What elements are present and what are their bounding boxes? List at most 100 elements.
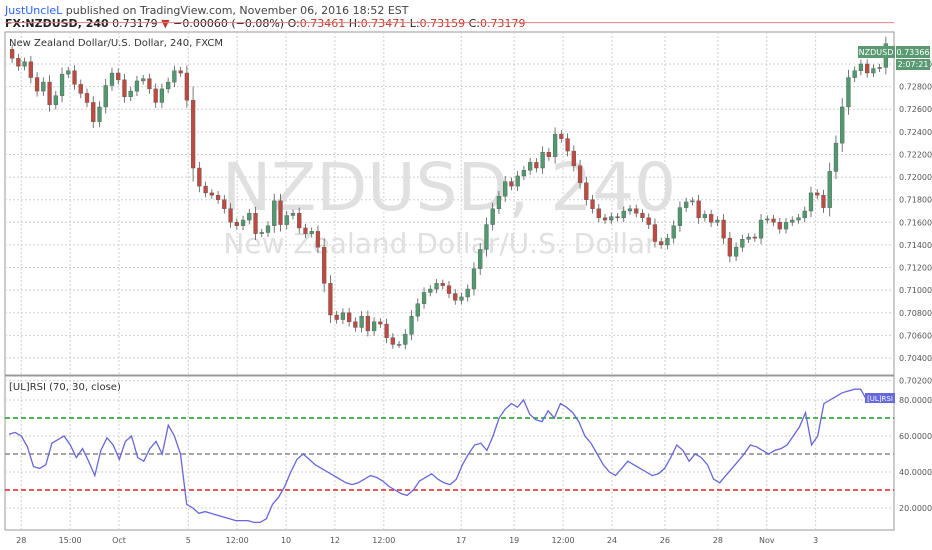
- rsi-tick-label: 40.0000: [899, 468, 932, 477]
- candle-up: [272, 200, 277, 226]
- candle-down: [28, 61, 33, 78]
- rsi-line: [8, 388, 880, 524]
- rsi-title: [UL]RSI (70, 30, close): [9, 382, 121, 393]
- price-badge-text: 0.73366: [896, 48, 929, 57]
- candle-up: [97, 106, 102, 122]
- candle-up: [702, 214, 708, 218]
- candle-down: [72, 70, 77, 85]
- candle-down: [390, 337, 395, 345]
- candle-up: [609, 216, 614, 221]
- x-tick-label: 10: [281, 536, 291, 545]
- candle-up: [827, 171, 832, 208]
- candle-up: [134, 80, 140, 92]
- candle-up: [671, 225, 676, 239]
- candle-down: [708, 214, 714, 223]
- candle-down: [47, 81, 52, 105]
- price-tick-label: 0.71200: [899, 264, 932, 273]
- candle-up: [715, 219, 720, 223]
- candle-down: [565, 138, 570, 152]
- candle-up: [840, 106, 845, 144]
- candle-down: [509, 181, 514, 187]
- candle-down: [322, 246, 327, 284]
- candle-down: [546, 151, 551, 157]
- candle-up: [465, 288, 470, 298]
- candle-down: [865, 63, 870, 74]
- candle-up: [740, 239, 745, 248]
- candle-down: [771, 218, 776, 223]
- candle-up: [521, 170, 527, 177]
- candle-up: [846, 77, 851, 108]
- candle-up: [746, 236, 751, 240]
- candle-down: [815, 192, 820, 196]
- candle-up: [552, 133, 558, 157]
- candle-down: [590, 199, 595, 209]
- candle-up: [765, 218, 770, 221]
- rsi-tick-label: 60.0000: [899, 432, 932, 441]
- price-tick-label: 0.71400: [899, 241, 932, 250]
- rsi-tick-label: 80.0000: [899, 396, 932, 405]
- candle-up: [415, 303, 420, 317]
- candle-up: [877, 67, 882, 69]
- x-tick-label: 24: [607, 536, 617, 545]
- price-tick-label: 0.70800: [899, 309, 932, 318]
- price-tick-label: 0.70600: [899, 331, 932, 340]
- candle-up: [284, 215, 289, 225]
- candle-down: [147, 78, 152, 90]
- price-tick-label: 0.70400: [899, 354, 932, 363]
- candle-down: [122, 79, 127, 97]
- candle-down: [334, 314, 339, 320]
- candle-up: [290, 213, 296, 216]
- candle-up: [265, 225, 271, 233]
- candle-up: [484, 224, 489, 250]
- candle-up: [677, 207, 683, 226]
- symbol-badge-text: NZDUSD: [859, 48, 894, 57]
- candle-up: [128, 90, 133, 97]
- candle-up: [421, 292, 427, 304]
- candle-up: [409, 315, 414, 335]
- candle-up: [808, 192, 814, 212]
- candle-down: [365, 315, 371, 332]
- candle-down: [197, 167, 202, 187]
- x-tick-label: 12:00: [226, 536, 249, 545]
- candle-up: [758, 219, 764, 239]
- price-tick-label: 0.72800: [899, 83, 932, 92]
- x-tick-label: Nov: [759, 536, 775, 545]
- candle-down: [534, 162, 539, 169]
- candle-down: [178, 70, 183, 74]
- candle-up: [66, 70, 71, 75]
- candle-up: [396, 344, 402, 346]
- candle-down: [234, 222, 239, 226]
- candle-down: [384, 323, 389, 338]
- price-tick-label: 0.72200: [899, 150, 932, 159]
- candle-up: [858, 63, 864, 71]
- candle-up: [833, 142, 839, 172]
- x-tick-label: 5: [186, 536, 191, 545]
- candle-down: [615, 216, 620, 218]
- candle-up: [490, 208, 495, 225]
- candle-down: [752, 236, 757, 239]
- candle-up: [41, 81, 46, 92]
- candle-down: [315, 231, 321, 248]
- candle-up: [871, 68, 876, 74]
- x-tick-label: 12: [330, 536, 340, 545]
- candle-down: [184, 72, 190, 101]
- candle-down: [190, 99, 196, 169]
- candle-down: [646, 217, 651, 225]
- candle-down: [353, 321, 358, 328]
- x-tick-label: Oct: [112, 536, 126, 545]
- chart-canvas[interactable]: NZDUSD, 240 New Zealand Dollar/U.S. Doll…: [0, 0, 932, 550]
- candle-up: [796, 217, 801, 221]
- candle-up: [852, 70, 857, 78]
- candle-up: [665, 237, 670, 246]
- candle-down: [440, 283, 445, 286]
- candle-up: [247, 213, 252, 221]
- price-tick-label: 0.71600: [899, 218, 932, 227]
- candle-down: [116, 72, 121, 81]
- price-tick-label: 0.72400: [899, 128, 932, 137]
- candle-up: [22, 61, 27, 67]
- candle-down: [602, 217, 608, 221]
- candle-down: [303, 227, 308, 234]
- x-tick-label: 17: [456, 536, 466, 545]
- x-tick-label: 12:00: [372, 536, 395, 545]
- candle-down: [446, 285, 452, 294]
